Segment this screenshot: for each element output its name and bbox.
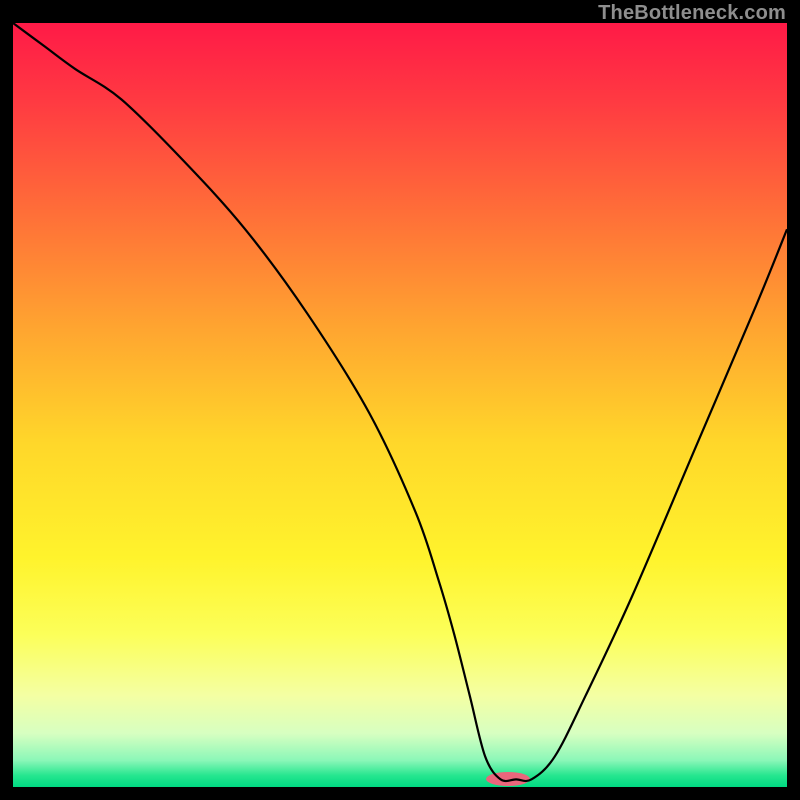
chart-frame: TheBottleneck.com <box>0 0 800 800</box>
gradient-bg <box>13 23 787 787</box>
optimal-marker <box>486 772 530 786</box>
chart-svg <box>13 23 787 787</box>
watermark-text: TheBottleneck.com <box>598 2 786 25</box>
plot-area <box>13 23 787 787</box>
